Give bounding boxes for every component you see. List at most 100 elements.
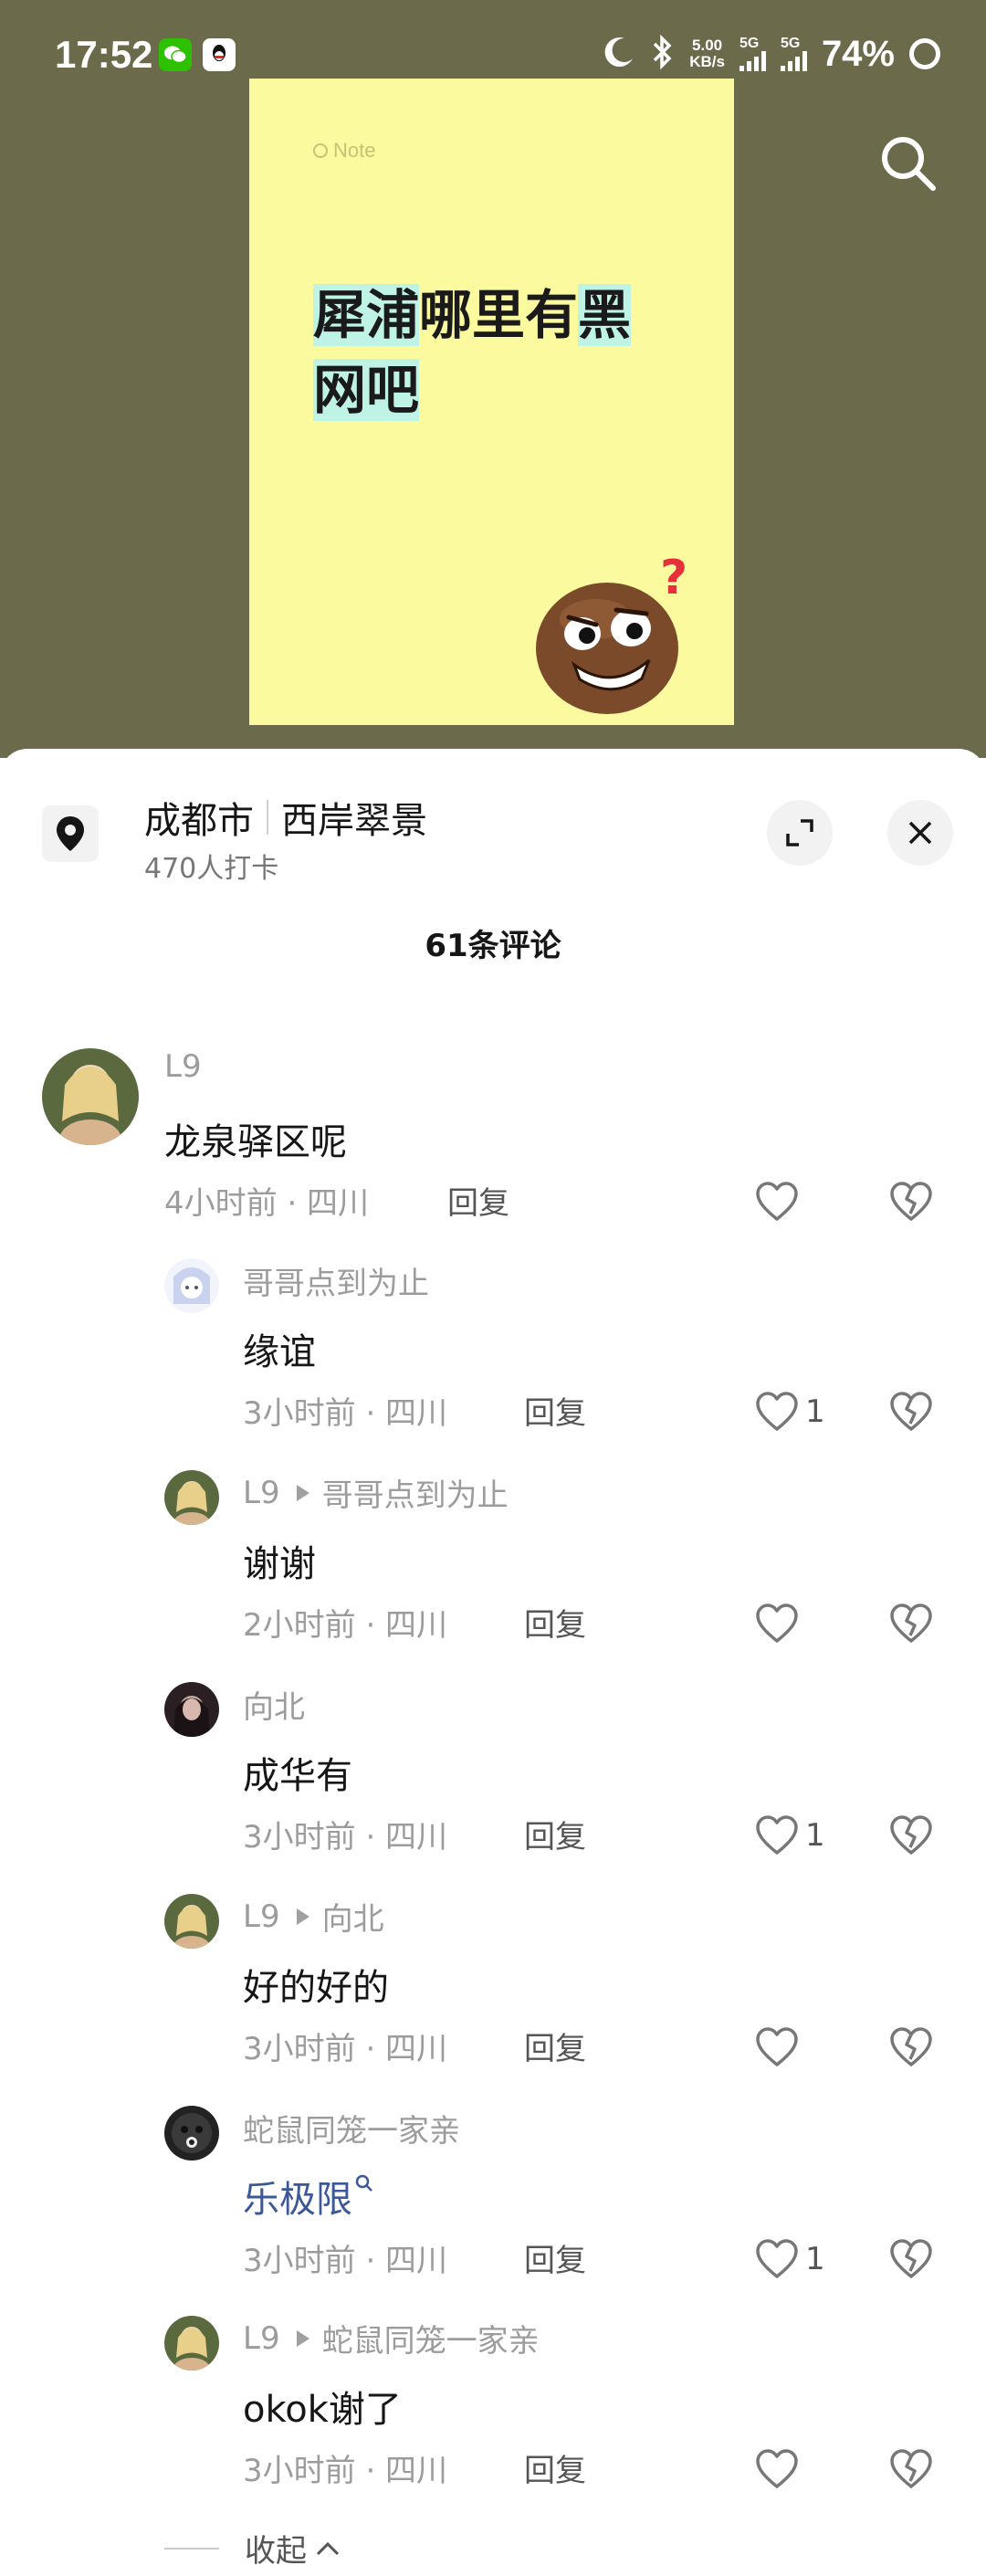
reply-button[interactable]: 回复 bbox=[447, 1178, 509, 1223]
reply-button[interactable]: 回复 bbox=[524, 1812, 586, 1856]
reply-to-username[interactable]: 哥哥点到为止 bbox=[322, 1470, 509, 1515]
like-button[interactable] bbox=[754, 2442, 805, 2497]
note-card[interactable]: Note 犀浦哪里有黑 网吧 ? bbox=[249, 79, 734, 725]
comment-username[interactable]: L9 蛇鼠同笼一家亲 bbox=[243, 2316, 540, 2360]
close-button[interactable] bbox=[887, 800, 953, 866]
comment-count: 61条评论 bbox=[425, 928, 561, 964]
like-button[interactable] bbox=[754, 1174, 805, 1229]
dislike-button[interactable] bbox=[884, 1384, 939, 1439]
avatar[interactable] bbox=[164, 1894, 219, 1949]
broken-heart-icon bbox=[890, 1182, 932, 1221]
like-button[interactable]: 1 bbox=[754, 2232, 825, 2287]
note-title: 犀浦哪里有黑 网吧 bbox=[313, 278, 697, 427]
broken-heart-icon bbox=[890, 2239, 932, 2278]
signal-2: 5G bbox=[780, 36, 807, 71]
reply-button[interactable]: 回复 bbox=[524, 1388, 586, 1433]
reply-arrow-icon bbox=[296, 1908, 309, 1925]
avatar[interactable] bbox=[164, 2316, 219, 2371]
svg-text:?: ? bbox=[660, 551, 687, 605]
collapse-label[interactable]: 收起 bbox=[245, 2526, 307, 2571]
note-tag-circle-icon bbox=[313, 143, 328, 158]
broken-heart-icon bbox=[890, 1603, 932, 1643]
search-small-icon bbox=[355, 2174, 372, 2192]
signal-1-bars-icon bbox=[739, 51, 766, 71]
nervous-emoji-icon: ? bbox=[536, 551, 687, 714]
reply-button[interactable]: 回复 bbox=[524, 1600, 586, 1645]
heart-icon bbox=[756, 1603, 798, 1643]
dislike-button[interactable] bbox=[884, 1174, 939, 1229]
comment-text[interactable]: 乐极限 bbox=[243, 2170, 352, 2223]
like-button[interactable] bbox=[754, 1596, 805, 1651]
collapse-replies-button[interactable]: 收起 bbox=[164, 2526, 341, 2571]
broken-heart-icon bbox=[890, 1392, 932, 1431]
location-pin-icon bbox=[42, 805, 99, 862]
battery-icon bbox=[909, 38, 940, 69]
like-count: 1 bbox=[805, 2241, 825, 2277]
dislike-button[interactable] bbox=[884, 1596, 939, 1651]
avatar[interactable] bbox=[42, 1048, 139, 1145]
comment-sheet: 成都市 西岸翠景 470人打卡 61条评论 L9 龙泉驿区呢 4小时前 · 四川… bbox=[0, 749, 986, 2576]
comment-meta: 2小时前 · 四川 bbox=[243, 1607, 448, 1644]
location-name[interactable]: 成都市 西岸翠景 bbox=[144, 791, 427, 844]
like-button[interactable] bbox=[754, 2020, 805, 2075]
dislike-button[interactable] bbox=[884, 1808, 939, 1863]
comment-text: 谢谢 bbox=[243, 1543, 316, 1585]
like-button[interactable]: 1 bbox=[754, 1384, 825, 1439]
reply-to-username[interactable]: 向北 bbox=[322, 1894, 384, 1939]
note-title-part4: 网吧 bbox=[313, 359, 420, 421]
heart-icon bbox=[756, 2449, 798, 2488]
comment-search-link[interactable]: 乐极限 bbox=[243, 2170, 374, 2223]
reply-arrow-icon bbox=[296, 2329, 309, 2347]
expand-icon bbox=[786, 819, 813, 846]
reply-to-username[interactable]: 蛇鼠同笼一家亲 bbox=[322, 2316, 540, 2360]
note-tag-label: Note bbox=[333, 139, 376, 162]
heart-icon bbox=[756, 1392, 798, 1431]
avatar[interactable] bbox=[164, 2106, 219, 2161]
like-button[interactable]: 1 bbox=[754, 1808, 825, 1863]
signal-2-label: 5G bbox=[780, 36, 801, 51]
broken-heart-icon bbox=[890, 1815, 932, 1855]
comment-meta: 3小时前 · 四川 bbox=[243, 2453, 448, 2489]
status-indicators: 5.00 KB/s 5G 5G 74% bbox=[602, 31, 940, 77]
like-count: 1 bbox=[805, 1817, 825, 1854]
comment-username[interactable]: L9 bbox=[164, 1048, 202, 1085]
net-speed-value: 5.00 bbox=[692, 37, 723, 54]
comment-username[interactable]: L9 向北 bbox=[243, 1894, 384, 1939]
reply-button[interactable]: 回复 bbox=[524, 2235, 586, 2280]
note-tag: Note bbox=[313, 139, 375, 163]
comment-username[interactable]: 蛇鼠同笼一家亲 bbox=[243, 2106, 460, 2150]
dislike-button[interactable] bbox=[884, 2232, 939, 2287]
reply-arrow-icon bbox=[296, 1484, 309, 1501]
reply-button[interactable]: 回复 bbox=[524, 2445, 586, 2490]
comment-username[interactable]: 向北 bbox=[243, 1682, 305, 1727]
reply-button[interactable]: 回复 bbox=[524, 2024, 586, 2068]
heart-icon bbox=[756, 2239, 798, 2278]
comment-text: okok谢了 bbox=[243, 2389, 402, 2431]
comment-username[interactable]: L9 哥哥点到为止 bbox=[243, 1470, 509, 1515]
comment-meta: 3小时前 · 四川 bbox=[243, 1395, 448, 1432]
dislike-button[interactable] bbox=[884, 2020, 939, 2075]
bluetooth-icon bbox=[651, 34, 675, 73]
location-city[interactable]: 成都市 bbox=[144, 791, 254, 844]
search-button[interactable] bbox=[876, 131, 940, 195]
location-place[interactable]: 西岸翠景 bbox=[281, 791, 427, 844]
collapse-divider bbox=[164, 2547, 219, 2550]
dislike-button[interactable] bbox=[884, 2442, 939, 2497]
comment-meta: 3小时前 · 四川 bbox=[243, 2031, 448, 2067]
avatar[interactable] bbox=[164, 1258, 219, 1313]
avatar[interactable] bbox=[164, 1682, 219, 1737]
network-speed: 5.00 KB/s bbox=[689, 37, 725, 70]
expand-button[interactable] bbox=[767, 800, 833, 866]
signal-1: 5G bbox=[739, 37, 766, 71]
comment-username[interactable]: 哥哥点到为止 bbox=[243, 1258, 429, 1303]
heart-icon bbox=[756, 2027, 798, 2066]
avatar[interactable] bbox=[164, 1470, 219, 1525]
comment-text: 缘谊 bbox=[243, 1331, 316, 1373]
search-icon bbox=[882, 137, 936, 191]
signal-2-bars-icon bbox=[780, 51, 807, 71]
broken-heart-icon bbox=[890, 2449, 932, 2488]
heart-icon bbox=[756, 1815, 798, 1855]
moon-icon bbox=[602, 35, 636, 73]
comment-text: 成华有 bbox=[243, 1755, 352, 1797]
heart-icon bbox=[756, 1182, 798, 1221]
